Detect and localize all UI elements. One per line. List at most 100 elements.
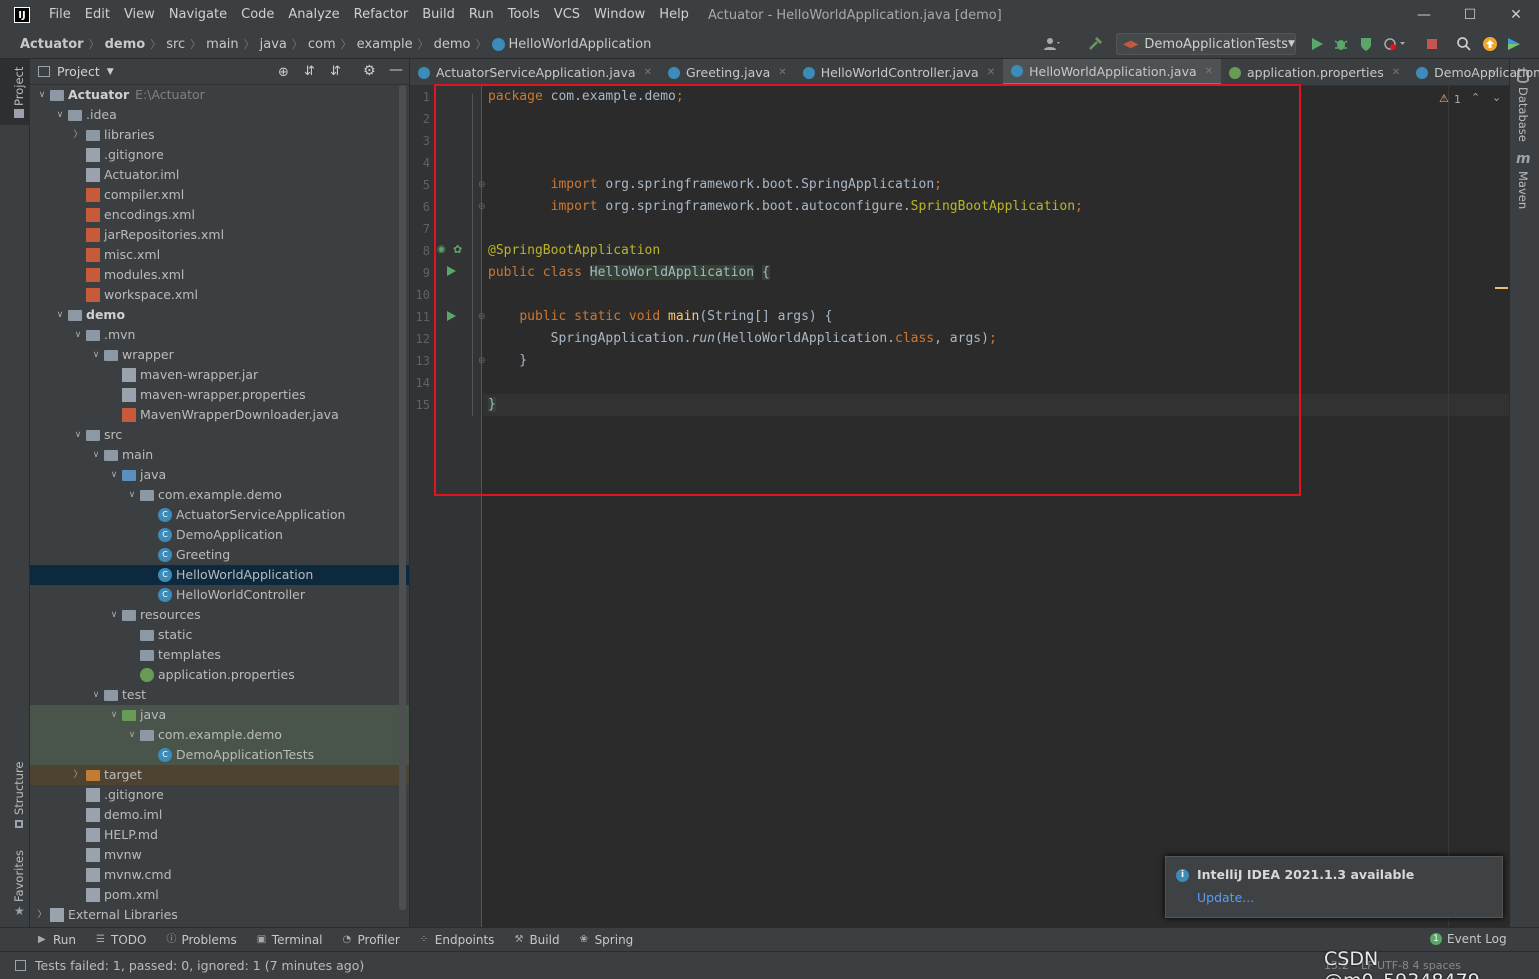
menu-analyze[interactable]: Analyze bbox=[281, 0, 346, 30]
chevron-down-icon[interactable]: ∨ bbox=[91, 685, 101, 705]
tree-item[interactable]: C Greeting bbox=[30, 545, 409, 565]
tree-item[interactable]: maven-wrapper.jar bbox=[30, 365, 409, 385]
tree-item[interactable]: C DemoApplication bbox=[30, 525, 409, 545]
breadcrumb-item[interactable]: java bbox=[260, 37, 287, 52]
tree-item[interactable]: HELP.md bbox=[30, 825, 409, 845]
tree-item[interactable]: .gitignore bbox=[30, 145, 409, 165]
tool-window-build[interactable]: ⚒ Build bbox=[514, 933, 559, 947]
tree-item[interactable]: modules.xml bbox=[30, 265, 409, 285]
run-config-select[interactable]: ◀▶ DemoApplicationTests ▼ bbox=[1116, 33, 1296, 55]
tree-item[interactable]: jarRepositories.xml bbox=[30, 225, 409, 245]
breadcrumb-item[interactable]: Actuator bbox=[20, 37, 84, 52]
chevron-down-icon[interactable]: ∨ bbox=[127, 725, 137, 745]
chevron-right-icon[interactable]: 〉 bbox=[73, 125, 83, 145]
chevron-right-icon[interactable]: 〉 bbox=[73, 765, 83, 785]
editor-tab[interactable]: ActuatorServiceApplication.java ✕ bbox=[410, 59, 660, 86]
debug-icon[interactable] bbox=[1333, 36, 1349, 52]
stop-icon[interactable] bbox=[1424, 36, 1440, 52]
tree-item[interactable]: ∨ com.example.demo bbox=[30, 485, 409, 505]
tree-item[interactable]: ∨ Actuator E:\Actuator bbox=[30, 85, 409, 105]
plugin-icon[interactable] bbox=[1506, 36, 1522, 52]
chevron-down-icon[interactable]: ∨ bbox=[55, 105, 65, 125]
breadcrumb-item[interactable]: demo bbox=[434, 37, 471, 52]
tree-item[interactable]: Actuator.iml bbox=[30, 165, 409, 185]
expand-all-icon[interactable]: ⇵ bbox=[304, 64, 315, 79]
collapse-all-icon[interactable]: ⇵ bbox=[330, 64, 341, 79]
gear-icon[interactable]: ⚙ bbox=[363, 63, 376, 79]
tree-item[interactable]: ∨ java bbox=[30, 705, 409, 725]
tool-window-spring[interactable]: ❀ Spring bbox=[580, 933, 634, 947]
tree-item[interactable]: ∨ wrapper bbox=[30, 345, 409, 365]
chevron-down-icon[interactable]: ∨ bbox=[37, 85, 47, 105]
close-tab-icon[interactable]: ✕ bbox=[778, 67, 786, 78]
tree-item[interactable]: demo.iml bbox=[30, 805, 409, 825]
menu-window[interactable]: Window bbox=[587, 0, 652, 30]
menu-help[interactable]: Help bbox=[652, 0, 696, 30]
chevron-down-icon[interactable]: ∨ bbox=[109, 465, 119, 485]
tool-window-profiler[interactable]: ◔ Profiler bbox=[343, 933, 400, 947]
maximize-icon[interactable]: ☐ bbox=[1447, 0, 1493, 30]
search-icon[interactable] bbox=[1456, 36, 1472, 52]
tree-item[interactable]: ∨ test bbox=[30, 685, 409, 705]
coverage-icon[interactable] bbox=[1358, 36, 1374, 52]
tree-item[interactable]: C ActuatorServiceApplication bbox=[30, 505, 409, 525]
menu-build[interactable]: Build bbox=[415, 0, 462, 30]
chevron-up-icon[interactable]: ⌃ bbox=[1471, 91, 1480, 104]
breadcrumb-item[interactable]: com bbox=[308, 37, 336, 52]
chevron-down-icon[interactable]: ∨ bbox=[109, 605, 119, 625]
chevron-down-icon[interactable]: ∨ bbox=[55, 305, 65, 325]
tool-window-todo[interactable]: ☰ TODO bbox=[96, 933, 146, 947]
user-icon[interactable] bbox=[1043, 36, 1060, 52]
project-panel-title[interactable]: Project bbox=[57, 64, 100, 79]
project-scrollbar[interactable] bbox=[399, 85, 406, 910]
editor-tab[interactable]: Greeting.java ✕ bbox=[660, 59, 795, 86]
toggle-tool-windows-icon[interactable] bbox=[15, 960, 26, 971]
status-message[interactable]: Tests failed: 1, passed: 0, ignored: 1 (… bbox=[35, 958, 364, 973]
hammer-icon[interactable] bbox=[1087, 36, 1103, 52]
tree-item[interactable]: ∨ demo bbox=[30, 305, 409, 325]
tree-item[interactable]: ∨ com.example.demo bbox=[30, 725, 409, 745]
project-tool-label[interactable]: Project bbox=[12, 67, 26, 106]
tool-window-problems[interactable]: ⓘ Problems bbox=[166, 933, 236, 947]
breadcrumb-item[interactable]: demo bbox=[105, 37, 146, 52]
menu-view[interactable]: View bbox=[117, 0, 162, 30]
breadcrumb-item[interactable]: main bbox=[206, 37, 238, 52]
chevron-down-icon[interactable]: ⌄ bbox=[1492, 91, 1501, 104]
tree-item[interactable]: static bbox=[30, 625, 409, 645]
tree-item[interactable]: application.properties bbox=[30, 665, 409, 685]
breadcrumb-item[interactable]: HelloWorldApplication bbox=[509, 37, 652, 52]
tree-item[interactable]: workspace.xml bbox=[30, 285, 409, 305]
tree-item[interactable]: MavenWrapperDownloader.java bbox=[30, 405, 409, 425]
tree-item[interactable]: .gitignore bbox=[30, 785, 409, 805]
inspection-count[interactable]: 1 bbox=[1454, 93, 1461, 106]
tree-item[interactable]: encodings.xml bbox=[30, 205, 409, 225]
profile-icon[interactable] bbox=[1383, 36, 1405, 52]
intellij-logo-icon[interactable]: IJ bbox=[14, 7, 30, 23]
chevron-down-icon[interactable]: ∨ bbox=[91, 445, 101, 465]
menu-refactor[interactable]: Refactor bbox=[347, 0, 416, 30]
tool-window-terminal[interactable]: ▣ Terminal bbox=[257, 933, 323, 947]
tree-item[interactable]: compiler.xml bbox=[30, 185, 409, 205]
tree-item[interactable]: ∨ .idea bbox=[30, 105, 409, 125]
tree-item[interactable]: templates bbox=[30, 645, 409, 665]
tree-item[interactable]: 〉 target bbox=[30, 765, 409, 785]
close-tab-icon[interactable]: ✕ bbox=[1205, 66, 1213, 77]
tree-item[interactable]: mvnw bbox=[30, 845, 409, 865]
favorites-tool-label[interactable]: Favorites bbox=[12, 850, 26, 902]
update-icon[interactable] bbox=[1482, 36, 1498, 52]
tool-window-endpoints[interactable]: ⁘ Endpoints bbox=[420, 933, 495, 947]
close-tab-icon[interactable]: ✕ bbox=[987, 67, 995, 78]
tree-item[interactable]: ∨ .mvn bbox=[30, 325, 409, 345]
maven-tool-label[interactable]: Maven bbox=[1516, 171, 1530, 209]
chevron-down-icon[interactable]: ▼ bbox=[107, 67, 114, 77]
menu-navigate[interactable]: Navigate bbox=[162, 0, 234, 30]
tree-item[interactable]: pom.xml bbox=[30, 885, 409, 905]
menu-vcs[interactable]: VCS bbox=[547, 0, 587, 30]
minimize-icon[interactable]: — bbox=[1401, 0, 1447, 30]
chevron-down-icon[interactable]: ∨ bbox=[127, 485, 137, 505]
structure-tool-label[interactable]: Structure bbox=[12, 762, 26, 816]
tree-item[interactable]: 〉 libraries bbox=[30, 125, 409, 145]
tree-item[interactable]: ∨ src bbox=[30, 425, 409, 445]
editor-tab[interactable]: HelloWorldController.java ✕ bbox=[795, 59, 1003, 86]
tool-window-run[interactable]: ▶ Run bbox=[38, 933, 76, 947]
